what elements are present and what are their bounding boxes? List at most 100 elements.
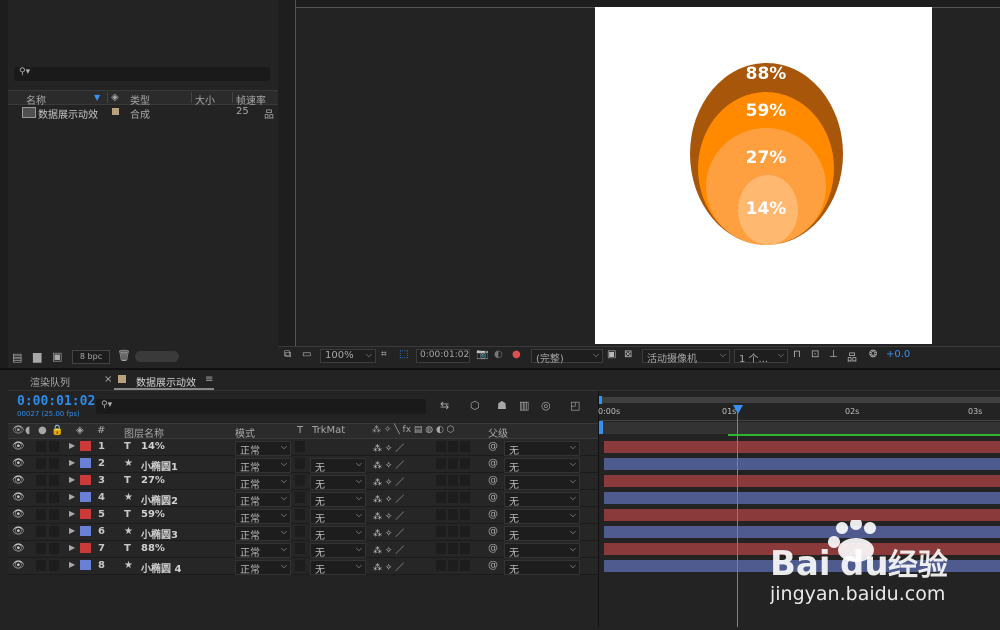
time-navigator[interactable] <box>600 422 1000 434</box>
trkmat-select[interactable]: 无 ⌵ <box>310 492 366 508</box>
switch-cell[interactable] <box>460 492 470 503</box>
layer-row[interactable]: 👁 ▶ 8 ★ 小椭圆 4 正常 ⌵ 无 ⌵ ⁂ ✧ ／ @ 无 ⌵ <box>8 558 598 576</box>
parent-select[interactable]: 无 ⌵ <box>504 509 580 525</box>
show-snapshot-icon[interactable]: ◐ <box>494 349 503 360</box>
switch-cell[interactable] <box>448 458 458 469</box>
mode-select[interactable]: 正常 ⌵ <box>235 475 291 491</box>
switch-cell[interactable] <box>436 475 446 486</box>
audio-toggle[interactable] <box>36 475 46 486</box>
eye-icon[interactable]: 👁 <box>12 492 25 503</box>
project-item[interactable]: 数据展示动效 合成 25 品 <box>8 104 278 121</box>
trkmat-select[interactable]: 无 ⌵ <box>310 509 366 525</box>
label-swatch[interactable] <box>80 492 91 502</box>
switch-cell[interactable] <box>436 458 446 469</box>
pick-whip-icon[interactable]: @ <box>488 441 498 452</box>
preserve-transparency-toggle[interactable] <box>295 475 305 486</box>
motion-blur-icon[interactable]: ◎ <box>541 399 551 412</box>
switch-cell[interactable] <box>460 458 470 469</box>
switch-cell[interactable] <box>436 509 446 520</box>
layer-row[interactable]: 👁 ▶ 3 T 27% 正常 ⌵ 无 ⌵ ⁂ ✧ ／ @ 无 ⌵ <box>8 473 598 491</box>
trkmat-select[interactable]: 无 ⌵ <box>310 560 366 576</box>
trkmat-select[interactable]: 无 ⌵ <box>310 458 366 474</box>
always-preview-icon[interactable]: ⧉ <box>284 349 291 360</box>
switch-cell[interactable] <box>448 475 458 486</box>
switch-cell[interactable] <box>448 492 458 503</box>
mode-select[interactable]: 正常 ⌵ <box>235 458 291 474</box>
parent-select[interactable]: 无 ⌵ <box>504 441 580 457</box>
layer-row[interactable]: 👁 ▶ 2 ★ 小椭圆1 正常 ⌵ 无 ⌵ ⁂ ✧ ／ @ 无 ⌵ <box>8 456 598 474</box>
switches-icons[interactable]: ⁂ ✧ ╲ fx ▤ ◍ ◐ ⬡ <box>372 425 455 435</box>
layer-name[interactable]: 27% <box>141 475 165 486</box>
preserve-transparency-toggle[interactable] <box>295 492 305 503</box>
draft-3d-icon[interactable]: ⬡ <box>470 399 480 412</box>
layer-row[interactable]: 👁 ▶ 4 ★ 小椭圆2 正常 ⌵ 无 ⌵ ⁂ ✧ ／ @ 无 ⌵ <box>8 490 598 508</box>
label-swatch[interactable] <box>80 441 91 451</box>
grid-icon[interactable]: ⌗ <box>381 349 387 360</box>
label-tag-icon[interactable]: ◈ <box>111 92 119 103</box>
solo-toggle[interactable] <box>49 543 59 554</box>
monitor-icon[interactable]: ▭ <box>302 349 311 360</box>
parent-select[interactable]: 无 ⌵ <box>504 543 580 559</box>
channel-icon[interactable]: ● <box>512 349 521 360</box>
close-icon[interactable]: × <box>104 374 112 385</box>
mode-select[interactable]: 正常 ⌵ <box>235 560 291 576</box>
audio-toggle[interactable] <box>36 543 46 554</box>
playhead-handle[interactable] <box>733 405 743 414</box>
audio-toggle[interactable] <box>36 560 46 571</box>
toggle-pixel-aspect-icon[interactable]: ⊓ <box>793 349 801 360</box>
switch-cell[interactable] <box>448 509 458 520</box>
label-swatch[interactable] <box>80 475 91 485</box>
label-swatch[interactable] <box>80 543 91 553</box>
parent-select[interactable]: 无 ⌵ <box>504 492 580 508</box>
audio-toggle[interactable] <box>36 492 46 503</box>
layer-name[interactable]: 小椭圆 4 <box>141 560 181 575</box>
layer-switches-icons[interactable]: ⁂ ✧ ／ <box>373 560 404 573</box>
menu-icon[interactable]: ≡ <box>205 374 213 385</box>
time-ruler[interactable] <box>600 416 1000 421</box>
pick-whip-icon[interactable]: @ <box>488 526 498 537</box>
exposure-reset-icon[interactable]: ❂ <box>869 349 877 360</box>
mode-select[interactable]: 正常 ⌵ <box>235 441 291 457</box>
pick-whip-icon[interactable]: @ <box>488 492 498 503</box>
audio-toggle[interactable] <box>36 509 46 520</box>
snapshot-icon[interactable]: 📷 <box>476 349 488 360</box>
graph-editor-icon[interactable]: ◰ <box>570 399 580 412</box>
col-parent[interactable]: 父级 <box>488 425 508 440</box>
label-swatch[interactable] <box>80 560 91 570</box>
switch-cell[interactable] <box>436 543 446 554</box>
parent-select[interactable]: 无 ⌵ <box>504 526 580 542</box>
expand-triangle-icon[interactable]: ▶ <box>69 475 75 484</box>
switch-cell[interactable] <box>460 475 470 486</box>
layer-switches-icons[interactable]: ⁂ ✧ ／ <box>373 509 404 522</box>
lock-icon[interactable]: 🔒 <box>51 425 63 436</box>
pick-whip-icon[interactable]: @ <box>488 509 498 520</box>
switch-cell[interactable] <box>460 509 470 520</box>
layer-row[interactable]: 👁 ▶ 5 T 59% 正常 ⌵ 无 ⌵ ⁂ ✧ ／ @ 无 ⌵ <box>8 507 598 525</box>
layer-name[interactable]: 14% <box>141 441 165 452</box>
layer-search-input[interactable]: ⚲▾ <box>96 399 426 414</box>
parent-select[interactable]: 无 ⌵ <box>504 458 580 474</box>
layer-switches-icons[interactable]: ⁂ ✧ ／ <box>373 543 404 556</box>
preserve-transparency-toggle[interactable] <box>295 526 305 537</box>
layer-name[interactable]: 小椭圆2 <box>141 492 178 507</box>
switch-cell[interactable] <box>460 441 470 452</box>
expand-triangle-icon[interactable]: ▶ <box>69 543 75 552</box>
timeline-icon[interactable]: ⊥ <box>829 349 838 360</box>
col-mode[interactable]: 模式 <box>235 425 255 440</box>
expand-triangle-icon[interactable]: ▶ <box>69 526 75 535</box>
tab-render-queue[interactable]: 渲染队列 <box>30 374 70 389</box>
solo-toggle[interactable] <box>49 509 59 520</box>
layer-row[interactable]: 👁 ▶ 6 ★ 小椭圆3 正常 ⌵ 无 ⌵ ⁂ ✧ ／ @ 无 ⌵ <box>8 524 598 542</box>
trkmat-select[interactable]: 无 ⌵ <box>310 543 366 559</box>
layer-duration-bar[interactable] <box>604 475 1000 487</box>
switch-cell[interactable] <box>436 560 446 571</box>
shy-layers-icon[interactable]: ☗ <box>497 399 507 412</box>
frame-blending-icon[interactable]: ▥ <box>519 399 529 412</box>
pick-whip-icon[interactable]: @ <box>488 560 498 571</box>
audio-toggle[interactable] <box>36 526 46 537</box>
preserve-transparency-toggle[interactable] <box>295 458 305 469</box>
solo-icon[interactable]: ● <box>38 425 47 436</box>
flowchart-icon[interactable]: 品 <box>264 106 274 121</box>
eye-icon[interactable]: 👁 <box>12 441 25 452</box>
pick-whip-icon[interactable]: @ <box>488 543 498 554</box>
